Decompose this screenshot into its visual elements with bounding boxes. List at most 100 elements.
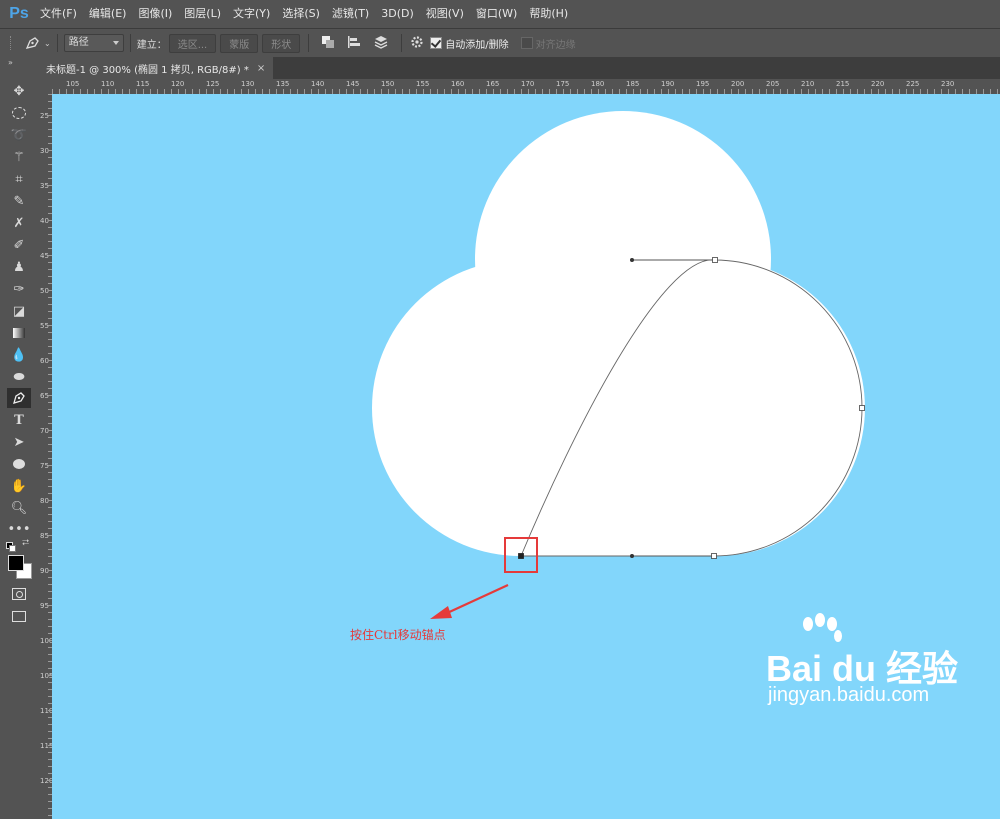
type-tool[interactable]: T xyxy=(7,410,31,430)
marquee-tool[interactable] xyxy=(7,103,31,123)
ruler-label: 200 xyxy=(731,80,745,88)
eyedropper-tool[interactable]: ✎ xyxy=(7,191,31,211)
dodge-tool[interactable]: ⬬ xyxy=(7,367,31,387)
vertical-ruler[interactable]: 25 30 35 40 45 50 55 60 65 70 75 80 85 9… xyxy=(38,94,53,819)
ruler-label: 50 xyxy=(40,287,49,295)
make-shape-button[interactable]: 形状 xyxy=(262,33,301,53)
options-separator xyxy=(308,34,310,52)
hand-tool[interactable]: ✋ xyxy=(7,476,31,496)
path-alignment-button[interactable] xyxy=(347,35,361,52)
magic-wand-tool[interactable]: ⚚ xyxy=(7,147,31,167)
annotation-text: 按住Ctrl移动锚点 xyxy=(350,628,446,642)
brush-tool[interactable]: ✐ xyxy=(7,235,31,255)
anchor-point[interactable] xyxy=(712,257,718,263)
blur-tool[interactable]: 💧 xyxy=(7,345,31,365)
menu-item-3d[interactable]: 3D(D) xyxy=(375,0,420,28)
ellipse-icon xyxy=(13,459,25,469)
foreground-color-swatch[interactable] xyxy=(8,555,24,571)
ruler-label: 55 xyxy=(40,322,49,330)
healing-brush-tool[interactable]: ✗ xyxy=(7,213,31,233)
ruler-label: 110 xyxy=(101,80,115,88)
ruler-label: 105 xyxy=(40,672,54,680)
ellipse-tool[interactable] xyxy=(7,454,31,474)
horizontal-ruler[interactable]: 105 110 115 120 125 130 135 140 145 150 … xyxy=(38,79,1000,95)
edit-toolbar-button[interactable]: ••• xyxy=(7,519,31,539)
pen-tool-preset-picker[interactable]: ⌄ xyxy=(24,35,51,51)
direction-point[interactable] xyxy=(630,258,634,262)
history-brush-tool[interactable]: ✑ xyxy=(7,279,31,299)
healing-brush-icon: ✗ xyxy=(13,215,25,231)
type-icon: T xyxy=(14,412,24,428)
close-icon[interactable]: × xyxy=(257,63,265,74)
path-selection-tool[interactable]: ➤ xyxy=(7,432,31,452)
tool-mode-select[interactable]: 路径 xyxy=(63,34,124,52)
menu-item-image[interactable]: 图像(I) xyxy=(132,0,178,28)
lasso-tool[interactable]: ➰ xyxy=(7,125,31,145)
menu-item-window[interactable]: 窗口(W) xyxy=(470,0,523,28)
swap-colors-icon[interactable]: ⮂ xyxy=(22,538,29,548)
menu-item-filter[interactable]: 滤镜(T) xyxy=(326,0,375,28)
move-tool[interactable]: ✥ xyxy=(7,81,31,101)
menu-item-file[interactable]: 文件(F) xyxy=(34,0,83,28)
auto-add-delete-label: 自动添加/删除 xyxy=(445,39,509,51)
menu-item-select[interactable]: 选择(S) xyxy=(276,0,326,28)
path-operations-icon xyxy=(322,35,335,48)
options-bar-grip[interactable] xyxy=(4,33,18,53)
pen-icon xyxy=(13,392,25,404)
zoom-tool[interactable]: 🔍︎ xyxy=(7,498,31,518)
blur-icon: 💧 xyxy=(10,347,28,363)
align-edges-label: 对齐边缘 xyxy=(535,39,576,51)
pen-tool[interactable] xyxy=(7,388,31,408)
anchor-point[interactable] xyxy=(711,553,717,559)
pen-icon xyxy=(25,37,39,49)
anchor-point[interactable] xyxy=(859,405,865,411)
ruler-label: 100 xyxy=(40,637,54,645)
ruler-label: 85 xyxy=(40,532,49,540)
eraser-tool[interactable]: ◪ xyxy=(7,301,31,321)
path-operations-button[interactable] xyxy=(321,35,335,52)
make-selection-button[interactable]: 选区... xyxy=(168,33,217,53)
ruler-label: 95 xyxy=(40,602,49,610)
ruler-label: 220 xyxy=(871,80,885,88)
options-separator xyxy=(56,34,58,52)
ruler-label: 40 xyxy=(40,217,49,225)
screen-mode-button[interactable] xyxy=(7,606,31,626)
hand-icon: ✋ xyxy=(10,478,28,494)
gradient-tool[interactable] xyxy=(7,323,31,343)
screen-mode-icon xyxy=(12,610,26,622)
path-arrangement-button[interactable] xyxy=(373,35,389,52)
chevron-down-icon: ⌄ xyxy=(44,38,51,48)
ruler-label: 155 xyxy=(416,80,430,88)
baidu-jingyan-watermark: Bai du 经验 jingyan.baidu.com xyxy=(716,613,958,718)
path-arrangement-icon xyxy=(374,35,388,49)
menu-item-type[interactable]: 文字(Y) xyxy=(227,0,276,28)
tools-panel-collapse-icon[interactable]: » xyxy=(8,58,13,67)
ruler-label: 170 xyxy=(521,80,535,88)
arrow-cursor-icon: ➤ xyxy=(13,434,25,450)
magic-wand-icon: ⚚ xyxy=(13,149,25,165)
crop-tool[interactable]: ⌗ xyxy=(7,169,31,189)
pen-settings-button[interactable] xyxy=(410,35,424,52)
menu-item-edit[interactable]: 编辑(E) xyxy=(83,0,133,28)
options-separator xyxy=(129,34,131,52)
document-tab-bar: 未标题-1 @ 300% (椭圆 1 拷贝, RGB/8#) * × xyxy=(38,57,1000,79)
ruler-label: 150 xyxy=(381,80,395,88)
ruler-label: 70 xyxy=(40,427,49,435)
ruler-label: 135 xyxy=(276,80,290,88)
make-label: 建立： xyxy=(136,39,167,51)
history-brush-icon: ✑ xyxy=(13,281,25,297)
menu-item-view[interactable]: 视图(V) xyxy=(420,0,470,28)
default-colors-icon[interactable] xyxy=(6,542,16,552)
align-edges-checkbox[interactable] xyxy=(520,37,533,49)
menu-item-layer[interactable]: 图层(L) xyxy=(178,0,227,28)
direction-point[interactable] xyxy=(630,554,634,558)
document-tab[interactable]: 未标题-1 @ 300% (椭圆 1 拷贝, RGB/8#) * × xyxy=(38,57,274,79)
auto-add-delete-checkbox[interactable] xyxy=(430,37,443,49)
ruler-label: 230 xyxy=(941,80,955,88)
make-mask-button[interactable]: 蒙版 xyxy=(220,33,259,53)
selected-anchor-point[interactable] xyxy=(518,553,524,559)
quick-mask-button[interactable] xyxy=(7,584,31,604)
clone-stamp-tool[interactable]: ♟ xyxy=(7,257,31,277)
menu-bar: Ps 文件(F) 编辑(E) 图像(I) 图层(L) 文字(Y) 选择(S) 滤… xyxy=(0,0,1000,28)
menu-item-help[interactable]: 帮助(H) xyxy=(523,0,574,28)
